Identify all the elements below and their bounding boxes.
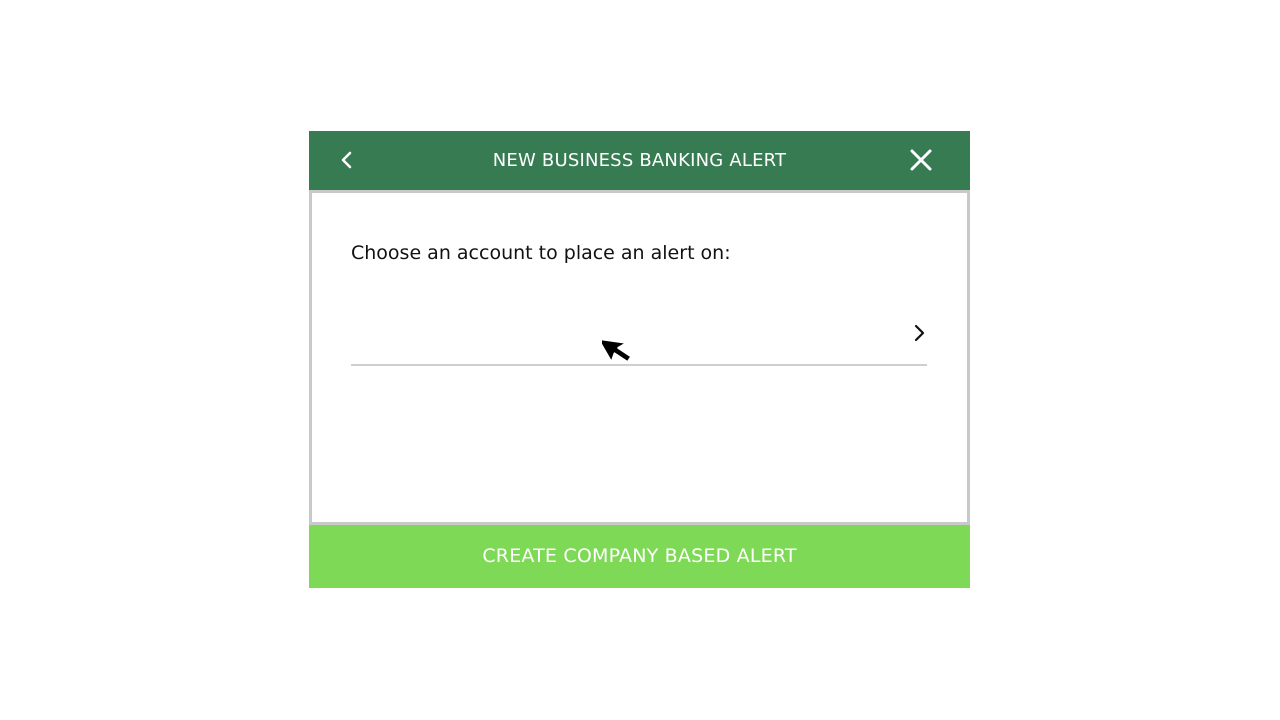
app-stage: NEW BUSINESS BANKING ALERT Choose an acc… <box>0 0 1280 720</box>
new-alert-dialog: NEW BUSINESS BANKING ALERT Choose an acc… <box>309 131 970 588</box>
close-button[interactable] <box>908 147 934 173</box>
chevron-right-icon <box>914 324 925 342</box>
create-company-alert-button[interactable]: CREATE COMPANY BASED ALERT <box>309 525 970 588</box>
close-icon <box>910 149 932 171</box>
dialog-title: NEW BUSINESS BANKING ALERT <box>492 150 787 171</box>
dialog-body: Choose an account to place an alert on: <box>309 190 970 525</box>
dialog-header: NEW BUSINESS BANKING ALERT <box>309 131 970 190</box>
account-select[interactable] <box>351 311 927 366</box>
account-prompt: Choose an account to place an alert on: <box>351 242 731 264</box>
